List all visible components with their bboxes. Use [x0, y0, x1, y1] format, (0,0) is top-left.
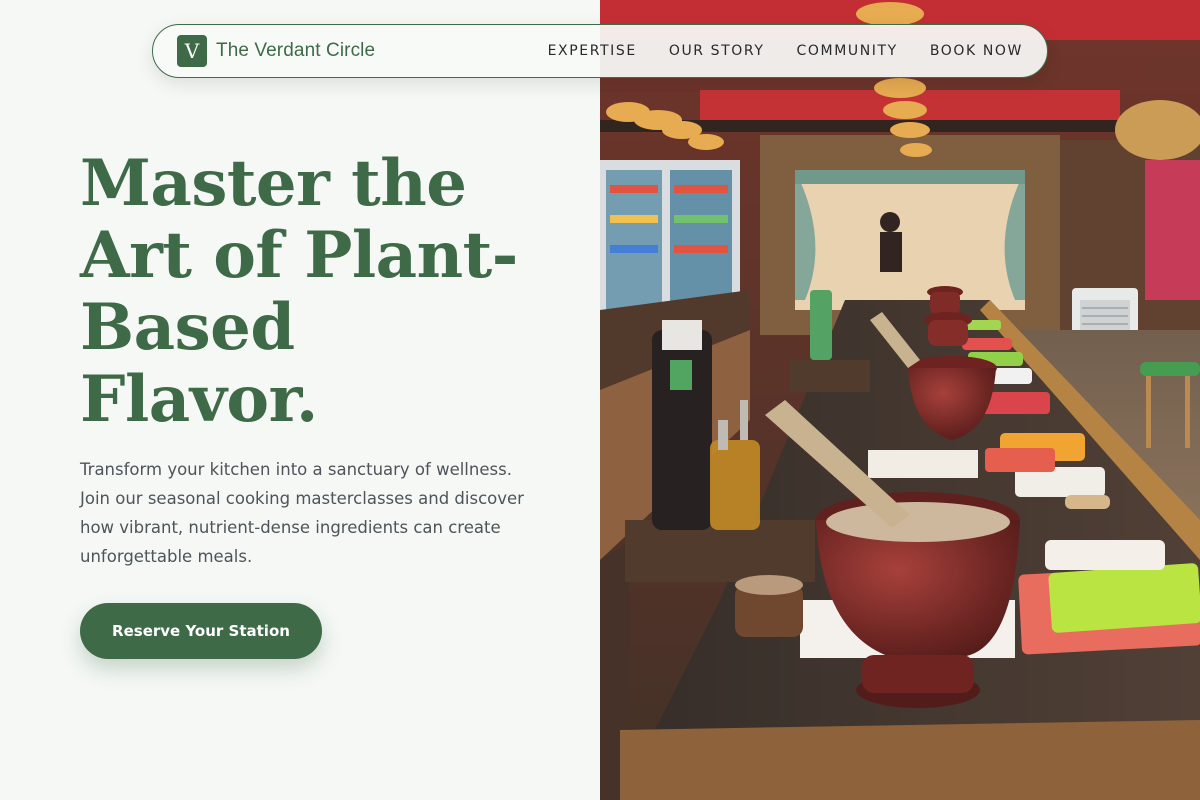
nav-links: EXPERTISE OUR STORY COMMUNITY BOOK NOW	[548, 43, 1023, 59]
cooking-class-photo	[600, 0, 1200, 800]
headline-line: Flavor.	[80, 362, 318, 437]
hero-headline: Master the Art of Plant- Based Flavor.	[80, 148, 580, 436]
top-navbar: V The Verdant Circle EXPERTISE OUR STORY…	[152, 24, 1048, 78]
headline-line: Master the	[80, 146, 467, 221]
reserve-station-button[interactable]: Reserve Your Station	[80, 603, 322, 659]
nav-expertise[interactable]: EXPERTISE	[548, 43, 637, 59]
brand-name[interactable]: The Verdant Circle	[216, 40, 375, 62]
nav-our-story[interactable]: OUR STORY	[669, 43, 765, 59]
hero-subtitle: Transform your kitchen into a sanctuary …	[80, 460, 524, 566]
headline-line: Art of Plant-	[80, 218, 518, 293]
nav-community[interactable]: COMMUNITY	[797, 43, 898, 59]
hero-image	[600, 0, 1200, 800]
logo-mark[interactable]: V	[177, 35, 207, 67]
nav-book-now[interactable]: BOOK NOW	[930, 43, 1023, 59]
headline-line: Based	[80, 290, 295, 365]
